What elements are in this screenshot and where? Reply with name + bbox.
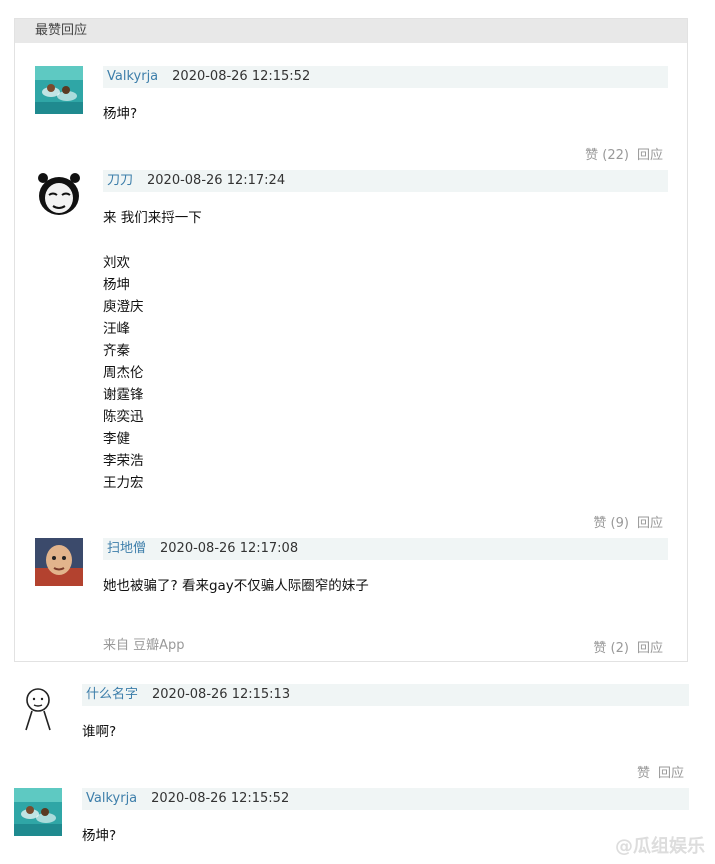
list-item: 陈奕迅 xyxy=(103,409,144,425)
swimming-photo-icon[interactable] xyxy=(35,66,83,114)
child-photo-icon[interactable] xyxy=(35,538,83,586)
watermark: @瓜组娱乐 xyxy=(615,836,705,857)
reply-button[interactable]: 回应 xyxy=(658,766,684,781)
comment-actions: 赞 (9) 回应 xyxy=(593,512,663,531)
section-header: 最赞回应 xyxy=(15,19,687,43)
list-item: 庾澄庆 xyxy=(103,299,144,315)
username-link[interactable]: 扫地僧 xyxy=(107,541,146,556)
comment-actions: 赞 (22) 回应 xyxy=(585,144,663,163)
list-item: 齐秦 xyxy=(103,343,130,359)
like-button[interactable]: 赞 (9) xyxy=(593,516,629,531)
comment-text: 杨坤? xyxy=(103,106,138,122)
username-link[interactable]: 什么名字 xyxy=(86,687,138,702)
comment-meta: 扫地僧 2020-08-26 12:17:08 xyxy=(103,538,668,560)
timestamp: 2020-08-26 12:15:52 xyxy=(172,69,311,84)
comment-text: 她也被骗了? 看来gay不仅骗人际圈窄的妹子 xyxy=(103,578,369,594)
comment-text: 杨坤? xyxy=(82,828,117,844)
username-link[interactable]: Valkyrja xyxy=(86,791,137,806)
timestamp: 2020-08-26 12:15:52 xyxy=(151,791,290,806)
timestamp: 2020-08-26 12:15:13 xyxy=(152,687,291,702)
like-button[interactable]: 赞 (22) xyxy=(585,148,629,163)
stick-figure-icon[interactable] xyxy=(14,684,62,732)
like-button[interactable]: 赞 xyxy=(637,766,650,781)
comment-meta: Valkyrja 2020-08-26 12:15:52 xyxy=(82,788,689,810)
comment-text: 来 我们来捋一下 xyxy=(103,210,202,226)
comment-text: 谁啊? xyxy=(82,724,117,740)
swimming-photo-icon[interactable] xyxy=(14,788,62,836)
list-item: 周杰伦 xyxy=(103,365,144,381)
comment-meta: 什么名字 2020-08-26 12:15:13 xyxy=(82,684,689,706)
comment-actions: 赞 (2) 回应 xyxy=(593,637,663,656)
list-item: 杨坤 xyxy=(103,277,130,293)
comment-meta: Valkyrja 2020-08-26 12:15:52 xyxy=(103,66,668,88)
like-button[interactable]: 赞 (2) xyxy=(593,641,629,656)
list-item: 王力宏 xyxy=(103,475,144,491)
panda-meme-icon[interactable] xyxy=(35,170,83,218)
list-item: 李荣浩 xyxy=(103,453,144,469)
reply-button[interactable]: 回应 xyxy=(637,148,663,163)
list-item: 汪峰 xyxy=(103,321,130,337)
list-item: 李健 xyxy=(103,431,130,447)
reply-button[interactable]: 回应 xyxy=(637,641,663,656)
timestamp: 2020-08-26 12:17:24 xyxy=(147,173,286,188)
username-link[interactable]: 刀刀 xyxy=(107,173,133,188)
name-list: 刘欢 杨坤 庾澄庆 汪峰 齐秦 周杰伦 谢霆锋 陈奕迅 李健 李荣浩 王力宏 xyxy=(103,252,144,494)
source-label: 来自 豆瓣App xyxy=(103,638,185,653)
comment-meta: 刀刀 2020-08-26 12:17:24 xyxy=(103,170,668,192)
list-item: 谢霆锋 xyxy=(103,387,144,403)
list-item: 刘欢 xyxy=(103,255,130,271)
reply-button[interactable]: 回应 xyxy=(637,516,663,531)
comment-actions: 赞回应 xyxy=(637,762,684,781)
username-link[interactable]: Valkyrja xyxy=(107,69,158,84)
timestamp: 2020-08-26 12:17:08 xyxy=(160,541,299,556)
